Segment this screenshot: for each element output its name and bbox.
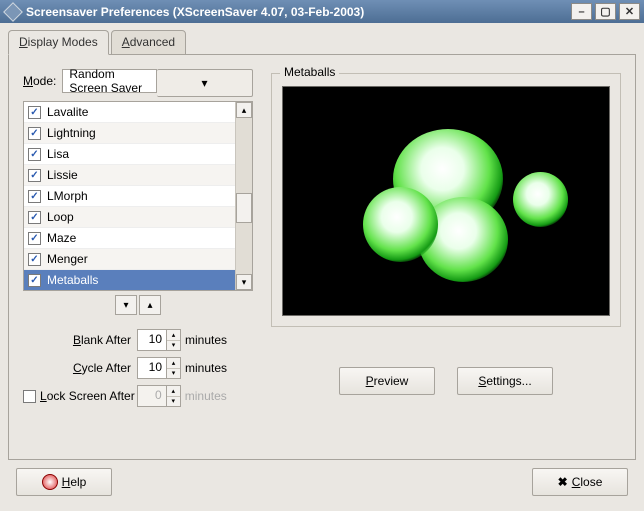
list-item[interactable]: ✓ Loop — [24, 207, 235, 228]
tab-advanced[interactable]: Advanced — [111, 30, 186, 55]
list-item-checkbox[interactable]: ✓ — [28, 253, 41, 266]
spin-up-icon: ▴ — [167, 386, 180, 397]
list-item-checkbox[interactable]: ✓ — [28, 169, 41, 182]
window-title: Screensaver Preferences (XScreenSaver 4.… — [26, 5, 364, 19]
list-item-checkbox[interactable]: ✓ — [28, 211, 41, 224]
spin-down-icon[interactable]: ▾ — [167, 369, 180, 379]
list-item-label: Maze — [47, 231, 76, 245]
lock-screen-checkbox[interactable] — [23, 390, 36, 403]
list-item-label: Lisa — [47, 147, 69, 161]
list-item[interactable]: ✓ Lissie — [24, 165, 235, 186]
preview-button-label: review — [374, 374, 409, 388]
list-move-down-button[interactable]: ▾ — [115, 295, 137, 315]
lock-screen-label: Lock Screen After — [40, 389, 135, 403]
list-item-label: Menger — [47, 252, 88, 266]
list-item-label: Lightning — [47, 126, 96, 140]
cycle-after-value[interactable]: 10 — [137, 357, 167, 379]
preview-button[interactable]: Preview — [339, 367, 435, 395]
scrollbar-thumb[interactable] — [236, 193, 252, 223]
blank-after-label: Blank After — [23, 333, 131, 347]
cycle-after-label: Cycle After — [23, 361, 131, 375]
lock-screen-value: 0 — [137, 385, 167, 407]
metaball-blob — [363, 187, 438, 262]
tab-display-label: isplay Modes — [28, 35, 98, 49]
list-item-label: Lavalite — [47, 105, 88, 119]
list-item[interactable]: ✓ LMorph — [24, 186, 235, 207]
mode-label: Mode: — [23, 74, 56, 88]
tab-advanced-label: dvanced — [130, 35, 175, 49]
mode-dropdown-button[interactable]: ▾ — [157, 69, 253, 97]
close-window-button[interactable]: ✕ — [619, 3, 640, 20]
close-button[interactable]: ✖ Close — [532, 468, 628, 496]
spin-up-icon[interactable]: ▴ — [167, 330, 180, 341]
list-item-checkbox[interactable]: ✓ — [28, 190, 41, 203]
list-item[interactable]: ✓ Menger — [24, 249, 235, 270]
scrollbar-track[interactable] — [236, 118, 252, 274]
list-item-label: Lissie — [47, 168, 78, 182]
help-button-label: elp — [70, 475, 86, 489]
preview-group-label: Metaballs — [280, 65, 339, 79]
list-item-checkbox[interactable]: ✓ — [28, 127, 41, 140]
minimize-button[interactable]: – — [571, 3, 592, 20]
help-icon — [42, 474, 58, 490]
list-item[interactable]: ✓ Metaballs — [24, 270, 235, 290]
list-scrollbar[interactable]: ▴ ▾ — [235, 102, 252, 290]
screensaver-list: ✓ Lavalite ✓ Lightning ✓ Lisa ✓ Lissie ✓ LMorph ✓ L… — [23, 101, 253, 291]
list-item-checkbox[interactable]: ✓ — [28, 106, 41, 119]
maximize-button[interactable]: ▢ — [595, 3, 616, 20]
tab-panel: Mode: Random Screen Saver ▾ ✓ Lavalite ✓ Li… — [8, 54, 636, 460]
list-item[interactable]: ✓ Lisa — [24, 144, 235, 165]
list-move-up-button[interactable]: ▴ — [139, 295, 161, 315]
mode-value: Random Screen Saver — [69, 67, 150, 95]
spin-down-icon[interactable]: ▾ — [167, 341, 180, 351]
list-item-checkbox[interactable]: ✓ — [28, 232, 41, 245]
list-item-checkbox[interactable]: ✓ — [28, 148, 41, 161]
preview-canvas — [282, 86, 610, 316]
window-menu-icon[interactable] — [3, 2, 23, 22]
blank-after-value[interactable]: 10 — [137, 329, 167, 351]
list-item[interactable]: ✓ Lavalite — [24, 102, 235, 123]
preview-group: Metaballs — [271, 73, 621, 327]
settings-button-label: ettings... — [486, 374, 531, 388]
tab-display-modes[interactable]: Display Modes — [8, 30, 109, 55]
list-item-label: LMorph — [47, 189, 88, 203]
list-item[interactable]: ✓ Maze — [24, 228, 235, 249]
metaball-blob — [513, 172, 568, 227]
close-button-label: lose — [580, 475, 602, 489]
list-item-checkbox[interactable]: ✓ — [28, 274, 41, 287]
cycle-after-unit: minutes — [185, 361, 227, 375]
lock-screen-spinner: 0 ▴▾ — [137, 385, 181, 407]
list-item-label: Metaballs — [47, 273, 98, 287]
list-item[interactable]: ✓ Lightning — [24, 123, 235, 144]
list-item-label: Loop — [47, 210, 74, 224]
help-button[interactable]: Help — [16, 468, 112, 496]
cycle-after-spinner[interactable]: 10 ▴▾ — [137, 357, 181, 379]
blank-after-spinner[interactable]: 10 ▴▾ — [137, 329, 181, 351]
spin-down-icon: ▾ — [167, 397, 180, 407]
settings-button[interactable]: Settings... — [457, 367, 553, 395]
titlebar[interactable]: Screensaver Preferences (XScreenSaver 4.… — [0, 0, 644, 23]
chevron-down-icon: ▾ — [201, 76, 207, 90]
close-icon: ✖ — [558, 475, 568, 489]
mode-select[interactable]: Random Screen Saver ▾ — [62, 69, 253, 93]
lock-screen-unit: minutes — [185, 389, 227, 403]
blank-after-unit: minutes — [185, 333, 227, 347]
spin-up-icon[interactable]: ▴ — [167, 358, 180, 369]
scrollbar-up-button[interactable]: ▴ — [236, 102, 252, 118]
tab-bar: Display Modes Advanced — [8, 30, 636, 55]
scrollbar-down-button[interactable]: ▾ — [236, 274, 252, 290]
